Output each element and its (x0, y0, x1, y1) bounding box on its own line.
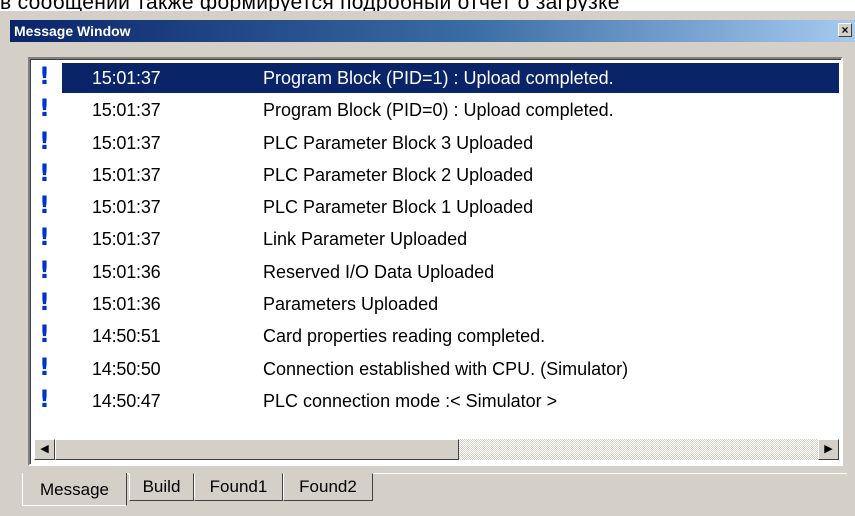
info-exclamation-icon: ! (39, 62, 50, 90)
info-exclamation-icon: ! (39, 320, 50, 349)
scroll-right-button[interactable]: ▶ (818, 439, 839, 460)
window-titlebar[interactable]: Message Window × (10, 20, 855, 42)
message-list[interactable]: ! 15:01:37 Program Block (PID=1) : Upload … (28, 57, 843, 466)
message-time: 15:01:37 (92, 164, 161, 185)
window-title: Message Window (14, 23, 131, 39)
tab-message-label: Message (40, 480, 109, 499)
message-time: 15:01:36 (92, 294, 161, 315)
info-exclamation-icon: ! (39, 255, 50, 284)
info-exclamation-icon: ! (39, 288, 50, 317)
background-caption-text: в сообщении также формируется подробный … (0, 0, 855, 11)
message-text: Reserved I/O Data Uploaded (263, 261, 495, 282)
message-text: PLC Parameter Block 3 Uploaded (263, 132, 534, 153)
horizontal-scrollbar[interactable]: ◀ ▶ (34, 439, 839, 460)
scrollbar-thumb[interactable] (55, 439, 459, 460)
message-row[interactable]: ! 15:01:37 Link Parameter Uploaded (30, 224, 841, 256)
message-row[interactable]: ! 14:50:50 Connection established with CPU… (30, 354, 841, 386)
message-time: 15:01:36 (92, 261, 161, 282)
message-row[interactable]: ! 15:01:36 Reserved I/O Data Uploaded (30, 257, 841, 289)
scroll-left-button[interactable]: ◀ (34, 439, 55, 460)
message-text: Card properties reading completed. (263, 326, 546, 347)
close-button[interactable]: × (838, 23, 852, 37)
arrow-left-icon: ◀ (40, 443, 49, 455)
message-time: 15:01:37 (92, 132, 161, 153)
message-time: 14:50:51 (92, 326, 161, 347)
message-row[interactable]: ! 15:01:37 Program Block (PID=1) : Upload … (30, 63, 841, 95)
tab-build[interactable]: Build (129, 473, 194, 501)
info-exclamation-icon: ! (39, 158, 50, 187)
tab-found2[interactable]: Found2 (283, 473, 373, 501)
info-exclamation-icon: ! (39, 126, 50, 155)
message-text: PLC Parameter Block 2 Uploaded (263, 164, 534, 185)
tab-found1-label: Found1 (209, 477, 268, 496)
arrow-right-icon: ▶ (824, 443, 833, 455)
info-exclamation-icon: ! (39, 191, 50, 220)
tab-found2-label: Found2 (299, 477, 357, 496)
message-time: 14:50:50 (92, 358, 161, 379)
tab-strip: Message Build Found1 Found2 (22, 473, 722, 506)
message-text: Program Block (PID=0) : Upload completed… (263, 100, 614, 121)
message-row[interactable]: ! 14:50:47 PLC connection mode :< Simulato… (30, 386, 841, 418)
message-row[interactable]: ! 15:01:36 Parameters Uploaded (30, 289, 841, 321)
message-row[interactable]: ! 15:01:37 PLC Parameter Block 3 Uploaded (30, 128, 841, 160)
tab-build-label: Build (142, 477, 181, 496)
info-exclamation-icon: ! (39, 384, 50, 413)
message-row[interactable]: ! 14:50:51 Card properties reading complet… (30, 321, 841, 353)
message-time: 15:01:37 (92, 68, 161, 88)
message-time: 15:01:37 (92, 229, 161, 250)
info-exclamation-icon: ! (39, 352, 50, 381)
info-exclamation-icon: ! (39, 94, 50, 123)
message-text: Link Parameter Uploaded (263, 229, 468, 250)
tab-message[interactable]: Message (22, 473, 127, 506)
close-icon: × (841, 23, 849, 37)
message-text: PLC connection mode :< Simulator > (263, 390, 558, 411)
info-exclamation-icon: ! (39, 223, 50, 252)
message-time: 15:01:37 (92, 100, 161, 121)
message-text: Program Block (PID=1) : Upload completed… (263, 68, 614, 88)
message-row[interactable]: ! 15:01:37 Program Block (PID=0) : Upload … (30, 95, 841, 127)
tab-found1[interactable]: Found1 (194, 473, 283, 501)
message-text: Connection established with CPU. (Simula… (263, 358, 629, 379)
message-row[interactable]: ! 15:01:37 PLC Parameter Block 2 Uploaded (30, 160, 841, 192)
message-row[interactable]: ! 15:01:37 PLC Parameter Block 1 Uploaded (30, 192, 841, 224)
message-rows: ! 15:01:37 Program Block (PID=1) : Upload … (30, 63, 841, 418)
message-time: 14:50:47 (92, 390, 161, 411)
message-text: Parameters Uploaded (263, 294, 439, 315)
message-window: Message Window × ! 15:01:37 Program Block … (0, 11, 855, 516)
message-time: 15:01:37 (92, 197, 161, 218)
message-text: PLC Parameter Block 1 Uploaded (263, 197, 534, 218)
